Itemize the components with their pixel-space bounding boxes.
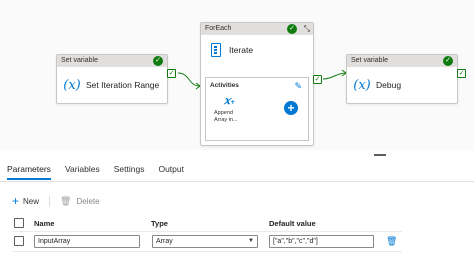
column-header-name: Name: [34, 219, 55, 228]
table-row: InputArray Array ▼ ["a","b","c","d"] 🗑: [0, 234, 474, 250]
parameter-default-input[interactable]: ["a","b","c","d"]: [269, 235, 374, 248]
new-button-label: New: [23, 196, 40, 206]
activities-container[interactable]: Activities ✎ 𝑥+ Append Array in... +: [205, 77, 309, 141]
activity-title: Debug: [376, 80, 402, 90]
tab-output[interactable]: Output: [151, 162, 191, 182]
properties-panel: Parameters Variables Settings Output + N…: [0, 150, 474, 273]
activity-set-iteration-range[interactable]: Set variable ✓ (x) Set Iteration Range: [56, 54, 168, 104]
edit-pencil-icon[interactable]: ✎: [294, 81, 302, 92]
activity-foreach-iterate[interactable]: ForEach ✓ ⤡ Iterate Activities ✎ 𝑥+ Appe…: [200, 22, 314, 146]
activity-type-label: Set variable: [351, 57, 388, 64]
parameters-grid-header: Name Type Default value: [12, 217, 402, 231]
parameter-type-select[interactable]: Array ▼: [152, 235, 258, 248]
success-check-icon: ✓: [287, 24, 297, 34]
parameters-toolbar: + New 🗑 Delete: [12, 195, 100, 207]
tab-variables[interactable]: Variables: [58, 162, 107, 182]
parameter-name-input[interactable]: InputArray: [34, 235, 140, 248]
activity-type-label: ForEach: [205, 25, 232, 32]
connector-set-iteration-to-foreach: [177, 72, 201, 87]
parameter-type-value: Array: [156, 238, 173, 245]
delete-button[interactable]: 🗑 Delete: [60, 196, 100, 207]
activity-type-header: ForEach ✓ ⤡: [201, 23, 313, 35]
properties-tabs: Parameters Variables Settings Output: [0, 162, 191, 182]
activity-type-header: Set variable ✓: [57, 55, 167, 67]
column-header-type: Type: [151, 219, 168, 228]
delete-button-label: Delete: [76, 196, 100, 206]
trash-icon: 🗑: [60, 195, 72, 206]
panel-resize-handle[interactable]: [374, 154, 386, 156]
new-button[interactable]: + New: [12, 194, 40, 208]
success-output-port[interactable]: ✓: [457, 69, 466, 78]
pipeline-canvas[interactable]: Set variable ✓ (x) Set Iteration Range ✓…: [0, 0, 474, 150]
tab-settings[interactable]: Settings: [107, 162, 152, 182]
add-activity-button[interactable]: +: [284, 101, 298, 115]
tabs-divider: [0, 181, 474, 182]
activity-type-header: Set variable ✓: [347, 55, 457, 67]
activity-type-label: Set variable: [61, 57, 98, 64]
chevron-down-icon: ▼: [248, 238, 254, 244]
connector-foreach-to-debug: [322, 72, 347, 80]
activity-title: Set Iteration Range: [86, 80, 160, 90]
plus-icon: +: [12, 194, 20, 208]
success-check-icon: ✓: [153, 56, 163, 66]
fx-variable-icon: (x): [63, 77, 81, 93]
success-output-port[interactable]: ✓: [313, 75, 322, 84]
append-variable-icon[interactable]: 𝑥+: [224, 94, 235, 107]
success-output-port[interactable]: ✓: [167, 69, 176, 78]
delete-row-icon[interactable]: 🗑: [386, 236, 397, 247]
row-select-checkbox[interactable]: [14, 236, 24, 246]
activity-title: Iterate: [229, 45, 254, 55]
collapse-icon[interactable]: ⤡: [304, 24, 310, 34]
activities-label: Activities: [210, 82, 239, 89]
fx-variable-icon: (x): [353, 77, 371, 93]
inner-activity-label[interactable]: Append Array in...: [214, 110, 244, 123]
tab-parameters[interactable]: Parameters: [0, 162, 58, 182]
header-divider: [12, 231, 402, 232]
activity-debug[interactable]: Set variable ✓ (x) Debug: [346, 54, 458, 104]
column-header-default: Default value: [269, 219, 316, 228]
success-check-icon: ✓: [443, 56, 453, 66]
iterate-icon: [211, 43, 221, 57]
row-divider: [12, 251, 402, 252]
toolbar-divider: [49, 195, 51, 207]
select-all-checkbox[interactable]: [14, 218, 24, 228]
